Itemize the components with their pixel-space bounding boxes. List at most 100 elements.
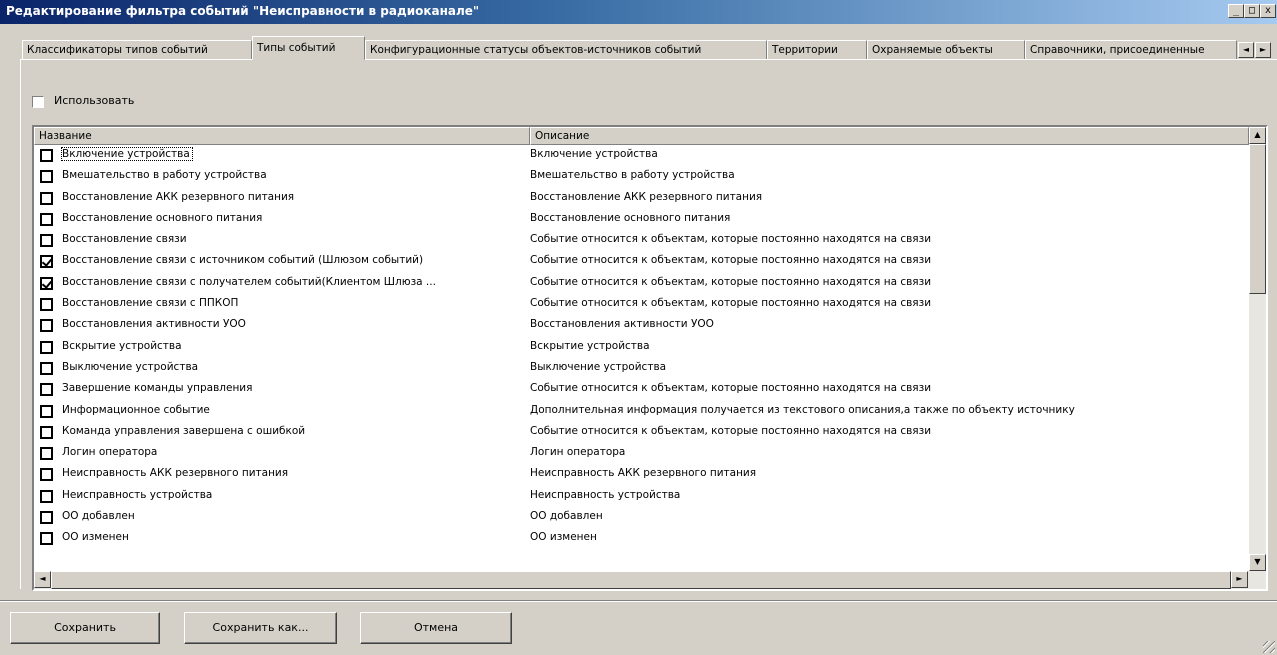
- row-checkbox[interactable]: [40, 255, 53, 269]
- column-header-description[interactable]: Описание: [530, 127, 1249, 145]
- row-checkbox[interactable]: [40, 532, 53, 546]
- table-row[interactable]: Вмешательство в работу устройства Вмешате…: [34, 166, 1249, 187]
- row-name: Команда управления завершена с ошибкой: [62, 424, 306, 437]
- row-name: Логин оператора: [62, 446, 158, 459]
- row-checkbox[interactable]: [40, 425, 53, 439]
- list-rows: Включение устройства Включение устройства…: [34, 145, 1249, 571]
- row-checkbox[interactable]: [40, 298, 53, 312]
- row-name: Восстановление АКК резервного питания: [62, 190, 295, 203]
- save-button[interactable]: Сохранить: [10, 612, 160, 644]
- row-name: Выключение устройства: [62, 360, 199, 373]
- row-description: Вскрытие устройства: [530, 339, 650, 352]
- row-name: Восстановления активности УОО: [62, 318, 246, 331]
- tab-scroll-right-button[interactable]: ►: [1255, 42, 1271, 58]
- close-button[interactable]: x: [1260, 4, 1276, 18]
- bottom-separator: [0, 600, 1277, 602]
- table-row[interactable]: Включение устройства Включение устройства: [34, 145, 1249, 166]
- horizontal-scroll-thumb[interactable]: [51, 571, 1231, 589]
- row-name: Восстановление связи: [62, 233, 187, 246]
- tab-event-type-classifiers[interactable]: Классификаторы типов событий: [22, 40, 252, 60]
- tab-territories[interactable]: Территории: [767, 40, 867, 60]
- row-name: Завершение команды управления: [62, 382, 253, 395]
- scroll-up-button[interactable]: ▲: [1249, 127, 1266, 144]
- row-name: Неисправность устройства: [62, 488, 213, 501]
- table-row[interactable]: Вскрытие устройства Вскрытие устройства: [34, 337, 1249, 358]
- table-row[interactable]: Восстановление основного питания Восстано…: [34, 209, 1249, 230]
- table-row[interactable]: Неисправность АКК резервного питания Неис…: [34, 464, 1249, 485]
- list-header: Название Описание: [34, 127, 1249, 145]
- vertical-scroll-thumb[interactable]: [1249, 144, 1266, 294]
- resize-grip-icon[interactable]: [1263, 641, 1275, 653]
- row-description: Событие относится к объектам, которые по…: [530, 297, 932, 310]
- table-row[interactable]: Восстановление АКК резервного питания Вос…: [34, 188, 1249, 209]
- row-checkbox[interactable]: [40, 212, 53, 226]
- minimize-button[interactable]: _: [1228, 4, 1244, 18]
- row-description: Восстановление основного питания: [530, 211, 731, 224]
- row-description: ОО добавлен: [530, 510, 603, 523]
- maximize-button[interactable]: □: [1244, 4, 1260, 18]
- column-header-name[interactable]: Название: [34, 127, 530, 145]
- row-description: Восстановления активности УОО: [530, 318, 714, 331]
- scroll-right-button[interactable]: ►: [1231, 571, 1248, 588]
- row-description: Выключение устройства: [530, 360, 667, 373]
- table-row[interactable]: Восстановление связи с ППКОП Событие отно…: [34, 294, 1249, 315]
- table-row[interactable]: Логин оператора Логин оператора: [34, 443, 1249, 464]
- row-description: Неисправность устройства: [530, 488, 681, 501]
- row-name: Восстановление связи с ППКОП: [62, 297, 239, 310]
- row-name: ОО добавлен: [62, 510, 135, 523]
- row-checkbox[interactable]: [40, 234, 53, 248]
- table-row[interactable]: Восстановления активности УОО Восстановле…: [34, 315, 1249, 336]
- row-checkbox[interactable]: [40, 276, 53, 290]
- row-description: Событие относится к объектам, которые по…: [530, 254, 932, 267]
- row-name: Информационное событие: [62, 403, 210, 416]
- row-name: ОО изменен: [62, 531, 129, 544]
- row-checkbox[interactable]: [40, 149, 53, 162]
- row-checkbox[interactable]: [40, 340, 53, 354]
- tab-event-types[interactable]: Типы событий: [252, 36, 365, 60]
- table-row[interactable]: Завершение команды управления Событие отн…: [34, 379, 1249, 400]
- table-row[interactable]: Выключение устройства Выключение устройст…: [34, 358, 1249, 379]
- table-row[interactable]: Восстановление связи с источником событи…: [34, 251, 1249, 272]
- row-description: Дополнительная информация получается из …: [530, 403, 1075, 416]
- table-row[interactable]: Восстановление связи Событие относится к …: [34, 230, 1249, 251]
- title-bar[interactable]: Редактирование фильтра событий "Неисправ…: [0, 0, 1277, 24]
- row-checkbox[interactable]: [40, 404, 53, 418]
- row-name: Вскрытие устройства: [62, 339, 182, 352]
- row-checkbox[interactable]: [40, 468, 53, 482]
- row-checkbox[interactable]: [40, 489, 53, 503]
- row-name: Неисправность АКК резервного питания: [62, 467, 289, 480]
- table-row[interactable]: Команда управления завершена с ошибкой Со…: [34, 422, 1249, 443]
- row-name: Включение устройства: [61, 147, 193, 161]
- table-row[interactable]: Восстановление связи с получателем событ…: [34, 273, 1249, 294]
- tab-attached-references[interactable]: Справочники, присоединенные: [1025, 40, 1237, 60]
- tab-scroll-left-button[interactable]: ◄: [1238, 42, 1254, 58]
- tab-strip: Классификаторы типов событий Типы событи…: [0, 36, 1277, 60]
- scroll-left-button[interactable]: ◄: [34, 571, 51, 588]
- use-filter-row[interactable]: Использовать: [32, 94, 134, 109]
- event-types-list[interactable]: Название Описание Включение устройства Вк…: [32, 125, 1268, 591]
- vertical-scrollbar[interactable]: ▲ ▼: [1249, 127, 1266, 571]
- table-row[interactable]: ОО добавлен ОО добавлен: [34, 507, 1249, 528]
- scroll-down-button[interactable]: ▼: [1249, 554, 1266, 571]
- row-checkbox[interactable]: [40, 361, 53, 375]
- cancel-button[interactable]: Отмена: [360, 612, 512, 644]
- row-description: Событие относится к объектам, которые по…: [530, 382, 932, 395]
- row-checkbox[interactable]: [40, 447, 53, 461]
- row-name: Восстановление связи с получателем событ…: [62, 275, 436, 288]
- table-row[interactable]: Неисправность устройства Неисправность ус…: [34, 486, 1249, 507]
- table-row[interactable]: ОО изменен ОО изменен: [34, 528, 1249, 549]
- row-checkbox[interactable]: [40, 319, 53, 333]
- row-description: Событие относится к объектам, которые по…: [530, 233, 932, 246]
- row-name: Восстановление связи с источником событи…: [62, 254, 424, 267]
- row-checkbox[interactable]: [40, 383, 53, 397]
- save-as-button[interactable]: Сохранить как...: [184, 612, 337, 644]
- use-checkbox[interactable]: [32, 96, 44, 108]
- horizontal-scrollbar[interactable]: ◄ ►: [34, 571, 1266, 589]
- table-row[interactable]: Информационное событие Дополнительная инф…: [34, 401, 1249, 422]
- row-checkbox[interactable]: [40, 170, 53, 184]
- row-description: ОО изменен: [530, 531, 597, 544]
- tab-config-statuses[interactable]: Конфигурационные статусы объектов-источн…: [365, 40, 767, 60]
- row-checkbox[interactable]: [40, 511, 53, 525]
- tab-protected-objects[interactable]: Охраняемые объекты: [867, 40, 1025, 60]
- row-checkbox[interactable]: [40, 191, 53, 205]
